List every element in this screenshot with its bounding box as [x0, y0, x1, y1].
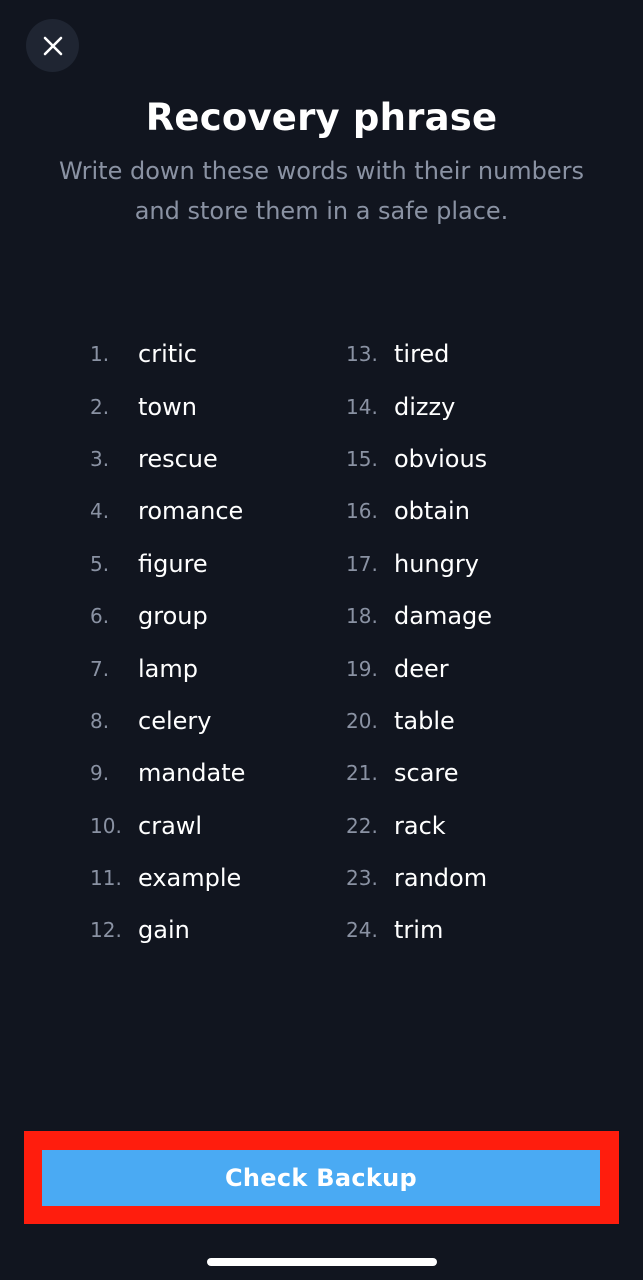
word-text: crawl	[138, 811, 203, 840]
word-text: figure	[138, 549, 208, 578]
recovery-word-item-22: 22. rack	[346, 800, 560, 852]
word-number: 20.	[346, 708, 378, 733]
recovery-word-item-17: 17. hungry	[346, 538, 560, 590]
word-number: 2.	[90, 394, 110, 419]
word-number: 7.	[90, 656, 110, 681]
word-number: 4.	[90, 499, 110, 524]
word-text: tired	[394, 340, 450, 369]
word-number: 16.	[346, 499, 378, 524]
recovery-word-item-18: 18. damage	[346, 590, 560, 642]
word-number: 17.	[346, 551, 378, 576]
recovery-word-item-5: 5. figure	[90, 538, 346, 590]
recovery-word-item-12: 12. gain	[90, 904, 346, 956]
word-number: 21.	[346, 761, 378, 786]
word-number: 15.	[346, 446, 378, 471]
word-text: example	[138, 864, 242, 893]
recovery-word-item-2: 2. town	[90, 380, 346, 432]
word-text: dizzy	[394, 392, 456, 421]
page-title: Recovery phrase	[145, 96, 498, 139]
recovery-word-item-1: 1. critic	[90, 328, 346, 380]
word-number: 8.	[90, 708, 110, 733]
recovery-word-item-16: 16. obtain	[346, 485, 560, 537]
word-text: lamp	[138, 654, 198, 683]
word-number: 18.	[346, 604, 378, 629]
word-text: damage	[394, 602, 493, 631]
recovery-word-item-6: 6. group	[90, 590, 346, 642]
word-text: gain	[138, 916, 190, 945]
word-text: obtain	[394, 497, 470, 526]
word-text: scare	[394, 759, 459, 788]
recovery-word-item-19: 19. deer	[346, 642, 560, 694]
word-text: group	[138, 602, 208, 631]
recovery-word-item-4: 4. romance	[90, 485, 346, 537]
recovery-word-item-3: 3. rescue	[90, 433, 346, 485]
word-text: deer	[394, 654, 449, 683]
word-text: trim	[394, 916, 444, 945]
word-number: 6.	[90, 604, 110, 629]
close-icon	[43, 36, 62, 55]
recovery-word-item-24: 24. trim	[346, 904, 560, 956]
word-number: 3.	[90, 446, 110, 471]
word-number: 22.	[346, 813, 378, 838]
close-button[interactable]	[26, 19, 79, 72]
word-text: celery	[138, 706, 212, 735]
word-number: 19.	[346, 656, 378, 681]
word-text: hungry	[394, 549, 479, 578]
recovery-word-item-11: 11. example	[90, 852, 346, 904]
word-text: rack	[394, 811, 446, 840]
home-indicator	[207, 1258, 437, 1266]
recovery-word-item-23: 23. random	[346, 852, 560, 904]
word-number: 13.	[346, 342, 378, 367]
word-text: random	[394, 864, 488, 893]
word-number: 12.	[90, 918, 122, 943]
word-number: 14.	[346, 394, 378, 419]
recovery-word-item-13: 13. tired	[346, 328, 560, 380]
recovery-word-item-7: 7. lamp	[90, 642, 346, 694]
word-number: 5.	[90, 551, 110, 576]
page-subtitle: Write down these words with their number…	[58, 157, 585, 225]
recovery-word-item-15: 15. obvious	[346, 433, 560, 485]
word-text: romance	[138, 497, 244, 526]
word-number: 11.	[90, 866, 122, 891]
word-number: 10.	[90, 813, 122, 838]
word-number: 24.	[346, 918, 378, 943]
check-backup-button[interactable]: Check Backup	[42, 1150, 600, 1206]
recovery-word-item-8: 8. celery	[90, 695, 346, 747]
word-text: table	[394, 706, 455, 735]
word-text: town	[138, 392, 197, 421]
recovery-word-item-14: 14. dizzy	[346, 380, 560, 432]
word-number: 9.	[90, 761, 110, 786]
recovery-word-item-21: 21. scare	[346, 747, 560, 799]
recovery-word-item-9: 9. mandate	[90, 747, 346, 799]
word-text: critic	[138, 340, 198, 369]
word-text: obvious	[394, 444, 488, 473]
recovery-word-item-20: 20. table	[346, 695, 560, 747]
word-number: 23.	[346, 866, 378, 891]
word-number: 1.	[90, 342, 110, 367]
word-text: mandate	[138, 759, 246, 788]
recovery-word-item-10: 10. crawl	[90, 800, 346, 852]
word-text: rescue	[138, 444, 218, 473]
recovery-word-list: 1. critic 2. town 3. rescue 4. romance 5…	[90, 328, 560, 957]
